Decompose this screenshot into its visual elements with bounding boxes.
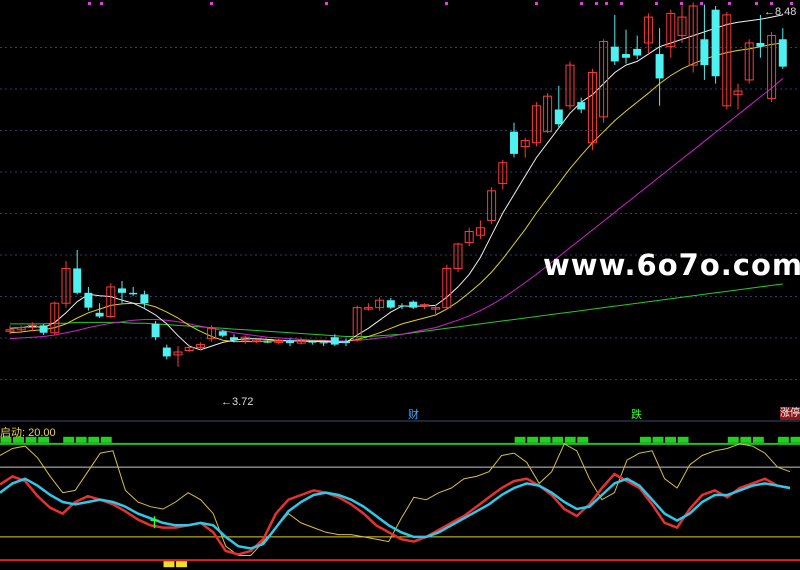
green-signal-block: [88, 436, 100, 443]
green-signal-block: [564, 436, 576, 443]
marker-cai: 财: [408, 409, 419, 421]
low-price-arrow-icon: ←: [221, 396, 232, 408]
candle-body: [700, 39, 709, 66]
candle-body: [230, 337, 238, 341]
green-signal-block: [577, 436, 589, 443]
candle-body: [308, 341, 317, 343]
indicator-yellow-line: [0, 443, 791, 556]
green-signal-block: [75, 436, 87, 443]
high-price-value: 8.48: [775, 6, 797, 18]
top-marker-dot: [100, 2, 103, 5]
candle-body: [398, 305, 406, 307]
top-marker-dot: [680, 2, 683, 5]
candle-body: [151, 323, 160, 338]
candle-body: [510, 131, 518, 154]
green-signal-block: [740, 436, 752, 443]
green-signal-block: [677, 436, 689, 443]
green-signal-block: [640, 436, 651, 443]
candle-body: [577, 102, 586, 110]
top-marker-dot: [210, 2, 213, 5]
green-signal-block: [665, 436, 677, 443]
candle-body: [118, 288, 126, 293]
low-price-value: 3.72: [232, 396, 254, 408]
stock-chart: [0, 2, 800, 568]
green-signal-block: [63, 436, 75, 443]
candle-body: [39, 325, 48, 333]
indicator-cyan-line: [0, 477, 791, 550]
watermark: www.6o7o.com: [543, 248, 800, 282]
candle-body: [330, 337, 339, 345]
candle-body: [263, 341, 272, 343]
candle-body: [409, 301, 418, 308]
candle-body: [386, 300, 395, 308]
top-marker-dot: [755, 2, 758, 5]
green-signal-block: [527, 436, 539, 443]
candle-body: [778, 39, 787, 67]
top-marker-dot: [620, 2, 623, 5]
candle-body: [73, 268, 82, 293]
top-marker-dot: [700, 2, 703, 5]
high-price-label: ←8.48: [764, 6, 796, 18]
green-signal-block: [652, 436, 664, 443]
top-marker-dot: [88, 2, 91, 5]
indicator-title: 启动: 20.00: [0, 427, 56, 439]
candle-body: [218, 331, 227, 336]
top-marker-dot: [535, 2, 538, 5]
candle-body: [140, 294, 149, 304]
candle-body: [342, 341, 350, 344]
top-marker-dot: [595, 2, 598, 5]
green-signal-block: [514, 436, 526, 443]
candle-body: [711, 9, 720, 77]
green-signal-block: [790, 436, 800, 443]
green-signal-block: [727, 436, 739, 443]
marker-zhangting: 涨停: [780, 407, 800, 420]
top-marker-dot: [325, 2, 328, 5]
top-marker-dot: [728, 2, 731, 5]
candle-body: [95, 312, 104, 317]
candle-body: [286, 340, 294, 344]
yellow-signal-block: [176, 561, 187, 568]
candle-body: [129, 292, 138, 295]
indicator-red-line: [0, 472, 791, 556]
green-signal-block: [539, 436, 551, 443]
top-marker-dot: [790, 2, 793, 5]
yellow-signal-block: [163, 561, 175, 568]
candle-body: [419, 304, 429, 307]
candle-body: [554, 109, 563, 125]
candle-body: [622, 54, 630, 58]
top-marker-dot: [770, 2, 773, 5]
top-marker-dot: [655, 2, 658, 5]
marker-die: 跌: [631, 409, 642, 421]
green-signal-block: [777, 436, 789, 443]
candle-body: [756, 42, 765, 47]
candle-body: [655, 54, 664, 79]
green-signal-block: [552, 436, 564, 443]
top-marker-dot: [445, 2, 448, 5]
top-marker-dot: [580, 2, 583, 5]
top-marker-dot: [605, 2, 608, 5]
green-signal-block: [100, 436, 112, 443]
candle-body: [84, 292, 93, 308]
candle-body: [610, 46, 619, 62]
candle-body: [319, 342, 328, 344]
candle-body: [162, 347, 171, 357]
green-signal-block: [752, 436, 764, 443]
low-price-label: ←3.72: [221, 396, 253, 408]
candle-body: [633, 48, 642, 56]
high-price-arrow-icon: ←: [764, 6, 775, 18]
